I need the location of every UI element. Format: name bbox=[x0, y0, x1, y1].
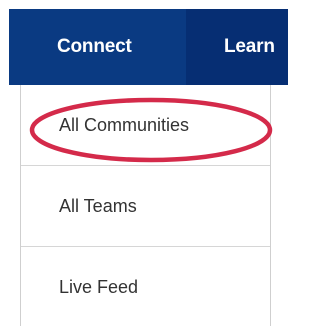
menu-item-all-communities[interactable]: All Communities bbox=[21, 85, 270, 166]
menu-item-live-feed[interactable]: Live Feed bbox=[21, 247, 270, 326]
nav-tab-connect-label: Connect bbox=[57, 36, 132, 57]
connect-dropdown-menu: All Communities All Teams Live Feed bbox=[20, 85, 271, 326]
menu-item-live-feed-label: Live Feed bbox=[59, 277, 139, 297]
top-nav-bar: Connect Learn bbox=[9, 9, 288, 85]
nav-tab-connect[interactable]: Connect bbox=[9, 9, 186, 85]
nav-tab-learn-label: Learn bbox=[224, 36, 275, 57]
menu-item-all-communities-label: All Communities bbox=[59, 114, 190, 135]
nav-tab-learn[interactable]: Learn bbox=[186, 9, 288, 85]
screenshot-stage: Connect Learn All Communities All Teams … bbox=[0, 0, 288, 326]
menu-item-all-teams[interactable]: All Teams bbox=[21, 166, 270, 247]
menu-item-all-teams-label: All Teams bbox=[59, 195, 137, 216]
